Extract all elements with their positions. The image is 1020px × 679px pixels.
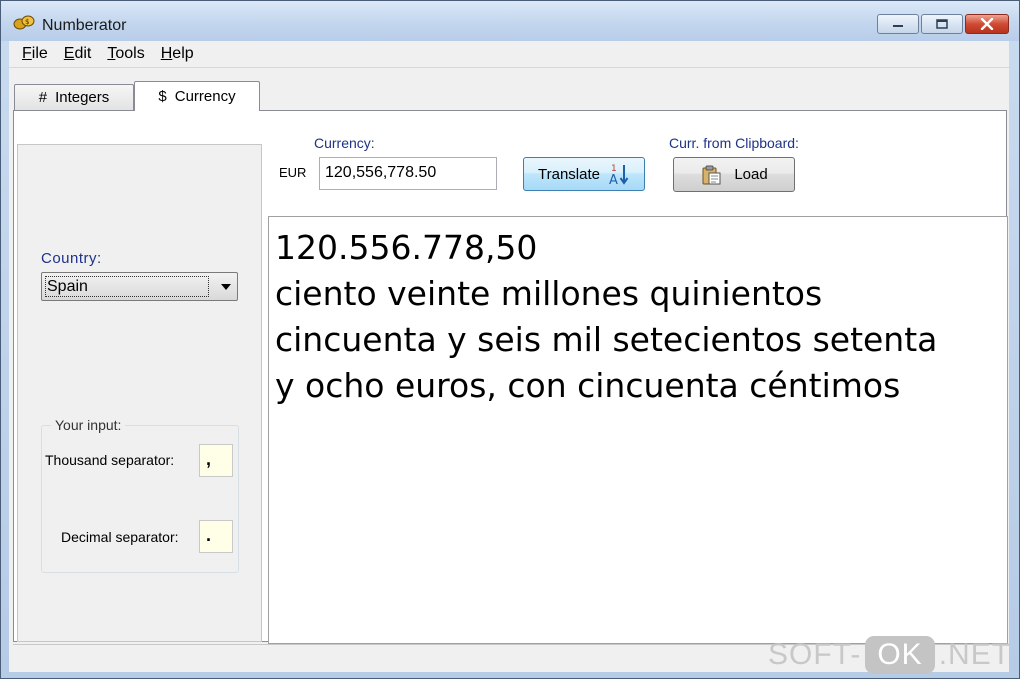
minimize-icon (893, 25, 903, 27)
decimal-separator-label: Decimal separator: (61, 529, 179, 545)
svg-text:$: $ (25, 18, 29, 26)
watermark-pill: OK (865, 636, 935, 674)
hash-icon: # (38, 89, 48, 106)
translate-button-label: Translate (538, 165, 600, 183)
output-line: cincuenta y seis mil setecientos setenta (275, 320, 938, 359)
output-line: 120.556.778,50 (275, 228, 538, 267)
numberator-app-icon: $ (13, 15, 35, 30)
load-from-clipboard-button[interactable]: Load (673, 157, 795, 192)
tab-integers-label: Integers (55, 89, 110, 106)
app-window: $ Numberator File Edit Tools Help # Inte… (0, 0, 1020, 679)
output-line: ciento veinte millones quinientos (275, 274, 823, 313)
decimal-separator-field[interactable]: . (199, 520, 233, 553)
menu-file[interactable]: File (21, 45, 49, 63)
output-line: y ocho euros, con cincuenta céntimos (275, 366, 901, 405)
your-input-legend: Your input: (51, 417, 126, 433)
minimize-button[interactable] (877, 14, 919, 34)
menu-file-mnemonic: F (22, 45, 32, 62)
menu-help-label: elp (172, 45, 194, 62)
watermark: SOFT- OK .NET (768, 634, 1011, 676)
menu-edit[interactable]: Edit (63, 45, 93, 63)
thousand-separator-field[interactable]: , (199, 444, 233, 477)
maximize-button[interactable] (921, 14, 963, 34)
sort-1-a-icon: 1 A (609, 164, 629, 186)
clipboard-icon (702, 165, 721, 184)
currency-label: Currency: (314, 135, 375, 151)
load-button-label: Load (734, 166, 768, 183)
tab-currency-label: Currency (174, 88, 236, 105)
country-selected-value: Spain (45, 276, 209, 297)
menu-file-label: ile (31, 45, 48, 62)
currency-code: EUR (279, 165, 307, 180)
client-area: # Integers $ Currency Country: Spain You… (9, 67, 1009, 672)
chevron-down-icon (221, 284, 231, 290)
menu-edit-label: dit (74, 45, 92, 62)
watermark-right: .NET (938, 638, 1012, 671)
country-label: Country: (41, 250, 102, 267)
maximize-icon (936, 19, 948, 29)
window-title: Numberator (42, 17, 127, 34)
svg-text:A: A (609, 173, 618, 186)
tab-integers[interactable]: # Integers (14, 84, 134, 110)
clipboard-label: Curr. from Clipboard: (669, 135, 799, 151)
translation-output[interactable]: 120.556.778,50 ciento veinte millones qu… (268, 216, 1008, 644)
currency-tab-panel: Country: Spain Your input: Thousand sepa… (13, 110, 1008, 644)
watermark-left: SOFT- (768, 638, 862, 671)
menu-bar: File Edit Tools Help (9, 41, 1009, 67)
menu-help[interactable]: Help (160, 45, 195, 63)
country-dropdown[interactable]: Spain (41, 272, 238, 301)
menu-tools-label: ools (115, 45, 145, 62)
menu-edit-mnemonic: E (63, 45, 75, 62)
settings-pane: Country: Spain Your input: Thousand sepa… (17, 144, 262, 642)
menu-tools[interactable]: Tools (106, 45, 145, 63)
your-input-group: Your input: Thousand separator: , Decima… (41, 417, 239, 573)
dollar-icon: $ (158, 88, 167, 105)
thousand-separator-label: Thousand separator: (45, 452, 175, 468)
close-button[interactable] (965, 14, 1009, 34)
menu-help-mnemonic: H (160, 45, 173, 62)
close-icon (980, 18, 994, 30)
title-bar[interactable]: $ Numberator (1, 1, 1019, 41)
tab-currency[interactable]: $ Currency (134, 81, 260, 111)
currency-amount-input[interactable]: 120,556,778.50 (319, 157, 497, 190)
translate-button[interactable]: Translate 1 A (523, 157, 645, 191)
